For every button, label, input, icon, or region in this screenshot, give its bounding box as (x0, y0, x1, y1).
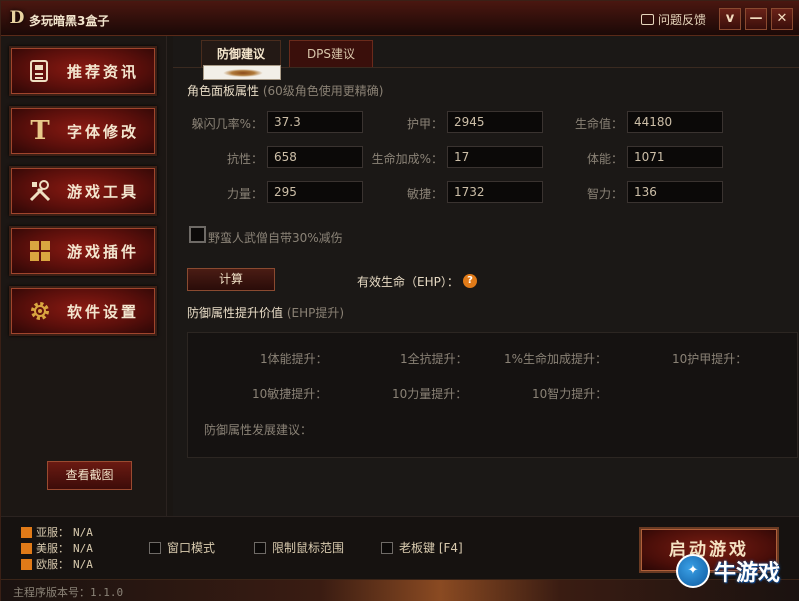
result-strength: 10力量提升： (392, 387, 468, 401)
sidebar-item-news[interactable]: 推荐资讯 (9, 46, 157, 96)
panel-section-title: 角色面板属性 (60级角色使用更精确) (187, 82, 383, 99)
sidebar-item-label: 字体修改 (67, 122, 140, 141)
gear-icon (27, 298, 53, 324)
sidebar-item-label: 软件设置 (67, 302, 140, 321)
intelligence-label: 智力： (586, 187, 623, 201)
sidebar-item-settings[interactable]: 软件设置 (9, 286, 157, 336)
server-name: 欧服： (36, 558, 69, 571)
watermark: ✦ 牛游戏 (676, 554, 780, 588)
panel-title: 角色面板属性 (187, 84, 260, 98)
sidebar-item-plugins[interactable]: 游戏插件 (9, 226, 157, 276)
results-box: 1体能提升： 1全抗提升： 1%生命加成提升： 10护甲提升： 10敏捷提升： … (187, 332, 798, 458)
app-window: D 多玩暗黑3盒子 问题反馈 v — ✕ 推荐资讯 T 字体修改 游戏工具 游戏… (0, 0, 799, 601)
help-icon[interactable]: ? (463, 274, 477, 288)
server-us: 美服： N/A (21, 540, 93, 556)
life-input[interactable] (627, 111, 723, 133)
armor-input[interactable] (447, 111, 543, 133)
sidebar-item-label: 推荐资讯 (67, 62, 140, 81)
barbarian-checkbox-label: 野蛮人武僧自带30%减伤 (208, 231, 343, 245)
life-label: 生命值： (574, 117, 623, 131)
ehp-label: 有效生命（EHP）： (357, 275, 459, 289)
title-bar: D 多玩暗黑3盒子 问题反馈 v — ✕ (1, 1, 799, 36)
strength-input[interactable] (267, 181, 363, 203)
server-asia: 亚服： N/A (21, 524, 93, 540)
armor-label: 护甲： (406, 117, 443, 131)
version-text: 主程序版本号：1.1.0 (13, 586, 124, 599)
result-vitality: 1体能提升： (260, 352, 328, 366)
close-button[interactable]: ✕ (771, 8, 793, 30)
vitality-label: 体能： (586, 152, 623, 166)
results-title: 防御属性提升价值 (187, 306, 284, 320)
boss-key-option[interactable]: 老板键 [F4] (381, 539, 463, 556)
result-armor: 10护甲提升： (672, 352, 748, 366)
status-square-icon (21, 526, 32, 538)
barbarian-checkbox[interactable] (189, 226, 206, 243)
defense-advice: 防御属性发展建议： (204, 423, 313, 437)
sidebar-item-label: 游戏插件 (67, 242, 140, 261)
resist-label: 抗性： (226, 152, 263, 166)
dodge-label: 躲闪几率%： (191, 117, 263, 131)
results-subtitle: (EHP提升) (286, 306, 345, 320)
strength-label: 力量： (226, 187, 263, 201)
watermark-logo-icon: ✦ (676, 554, 710, 588)
watermark-text: 牛游戏 (714, 561, 781, 586)
window-mode-option[interactable]: 窗口模式 (149, 539, 215, 556)
dexterity-input[interactable] (447, 181, 543, 203)
intelligence-input[interactable] (627, 181, 723, 203)
resist-input[interactable] (267, 146, 363, 168)
panel-subtitle: (60级角色使用更精确) (262, 84, 384, 98)
tab-dps[interactable]: DPS建议 (289, 40, 373, 68)
status-square-icon (21, 558, 32, 570)
result-dexterity: 10敏捷提升： (252, 387, 328, 401)
feedback-link[interactable]: 问题反馈 (641, 11, 706, 28)
sidebar-item-label: 游戏工具 (67, 182, 140, 201)
chat-icon (641, 14, 654, 25)
server-name: 亚服： (36, 526, 69, 539)
font-icon: T (30, 116, 50, 146)
tab-defense[interactable]: 防御建议 (201, 40, 281, 68)
window-mode-label: 窗口模式 (167, 541, 216, 555)
life-bonus-label: 生命加成%： (371, 152, 443, 166)
server-status: N/A (73, 557, 93, 571)
view-screenshot-button[interactable]: 查看截图 (47, 461, 132, 490)
server-name: 美服： (36, 542, 69, 555)
server-eu: 欧服： N/A (21, 556, 93, 572)
vitality-input[interactable] (627, 146, 723, 168)
minimize-button[interactable]: — (745, 8, 767, 30)
results-section-title: 防御属性提升价值 (EHP提升) (187, 304, 344, 321)
result-life-bonus: 1%生命加成提升： (504, 352, 608, 366)
main-panel: 防御建议 DPS建议 角色面板属性 (60级角色使用更精确) 躲闪几率%： 护甲… (173, 36, 799, 516)
result-all-resist: 1全抗提升： (400, 352, 468, 366)
server-status: N/A (73, 541, 93, 555)
sidebar-item-font[interactable]: T 字体修改 (9, 106, 157, 156)
feedback-label: 问题反馈 (658, 13, 707, 27)
server-status: N/A (73, 525, 93, 539)
sidebar: 推荐资讯 T 字体修改 游戏工具 游戏插件 软件设置 查看截图 (1, 36, 167, 516)
life-bonus-input[interactable] (447, 146, 543, 168)
boss-key-label: 老板键 [F4] (399, 541, 463, 555)
mouse-limit-label: 限制鼠标范围 (272, 541, 345, 555)
window-mode-checkbox[interactable] (149, 541, 161, 554)
dodge-input[interactable] (267, 111, 363, 133)
mouse-limit-checkbox[interactable] (254, 541, 266, 554)
app-title: 多玩暗黑3盒子 (29, 14, 110, 28)
tab-ornament-icon (203, 65, 281, 80)
sidebar-item-tools[interactable]: 游戏工具 (9, 166, 157, 216)
mouse-limit-option[interactable]: 限制鼠标范围 (254, 539, 344, 556)
dropdown-button[interactable]: v (719, 8, 741, 30)
status-square-icon (21, 542, 32, 554)
app-logo-icon: D (9, 8, 25, 28)
result-intelligence: 10智力提升： (532, 387, 608, 401)
tools-icon (27, 178, 53, 204)
boss-key-checkbox[interactable] (381, 541, 393, 554)
plugins-icon (27, 238, 53, 264)
news-icon (27, 58, 53, 84)
calculate-button[interactable]: 计算 (187, 268, 275, 291)
dexterity-label: 敏捷： (406, 187, 443, 201)
